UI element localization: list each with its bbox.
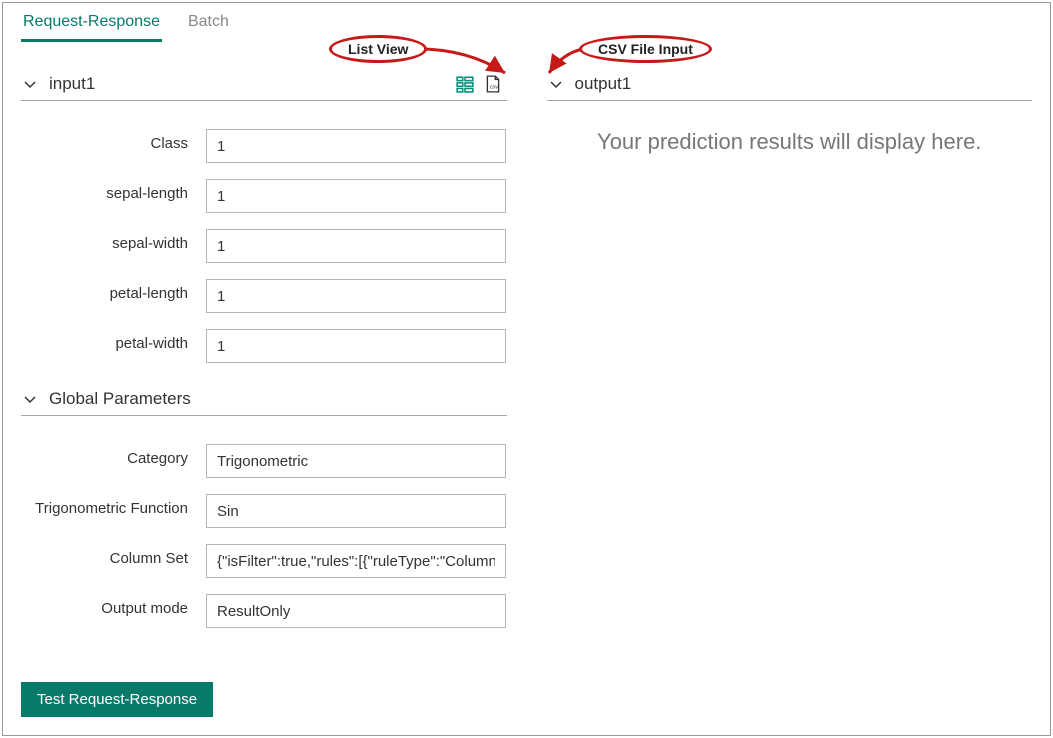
class-input[interactable] xyxy=(206,129,506,163)
trig-function-input[interactable] xyxy=(206,494,506,528)
input1-fields: Class sepal-length sepal-width petal-len… xyxy=(21,129,507,363)
field-row: Output mode xyxy=(21,594,507,628)
output-mode-input[interactable] xyxy=(206,594,506,628)
global-parameters-fields: Category Trigonometric Function Column S… xyxy=(21,444,507,628)
field-row: Column Set xyxy=(21,544,507,578)
output-placeholder: Your prediction results will display her… xyxy=(547,129,1033,155)
tab-batch[interactable]: Batch xyxy=(186,9,231,42)
petal-length-input[interactable] xyxy=(206,279,506,313)
field-row: petal-width xyxy=(21,329,507,363)
field-label: Output mode xyxy=(21,594,206,618)
output1-header[interactable]: output1 xyxy=(547,68,1033,101)
field-row: Category xyxy=(21,444,507,478)
tabs: Request-Response Batch xyxy=(3,3,1050,42)
field-label: Class xyxy=(21,129,206,153)
petal-width-input[interactable] xyxy=(206,329,506,363)
field-label: sepal-length xyxy=(21,179,206,203)
field-row: Trigonometric Function xyxy=(21,494,507,528)
field-label: petal-length xyxy=(21,279,206,303)
field-row: sepal-length xyxy=(21,179,507,213)
annotation-list-view: List View xyxy=(329,35,427,63)
global-parameters-title: Global Parameters xyxy=(49,389,191,409)
sepal-width-input[interactable] xyxy=(206,229,506,263)
field-label: Column Set xyxy=(21,544,206,568)
svg-text:csv: csv xyxy=(489,85,498,91)
field-row: petal-length xyxy=(21,279,507,313)
tab-request-response[interactable]: Request-Response xyxy=(21,9,162,42)
field-label: sepal-width xyxy=(21,229,206,253)
category-input[interactable] xyxy=(206,444,506,478)
field-row: sepal-width xyxy=(21,229,507,263)
annotation-csv-file-input: CSV File Input xyxy=(579,35,712,63)
test-request-response-button[interactable]: Test Request-Response xyxy=(21,682,213,717)
sepal-length-input[interactable] xyxy=(206,179,506,213)
right-column: output1 Your prediction results will dis… xyxy=(547,42,1033,644)
field-label: Category xyxy=(21,444,206,468)
chevron-down-icon xyxy=(21,390,39,408)
column-set-input[interactable] xyxy=(206,544,506,578)
left-column: input1 csv Class sepal-length xyxy=(21,42,507,644)
field-label: Trigonometric Function xyxy=(21,494,206,518)
field-label: petal-width xyxy=(21,329,206,353)
field-row: Class xyxy=(21,129,507,163)
chevron-down-icon xyxy=(21,75,39,93)
global-parameters-header[interactable]: Global Parameters xyxy=(21,383,507,416)
input1-title: input1 xyxy=(49,74,95,94)
